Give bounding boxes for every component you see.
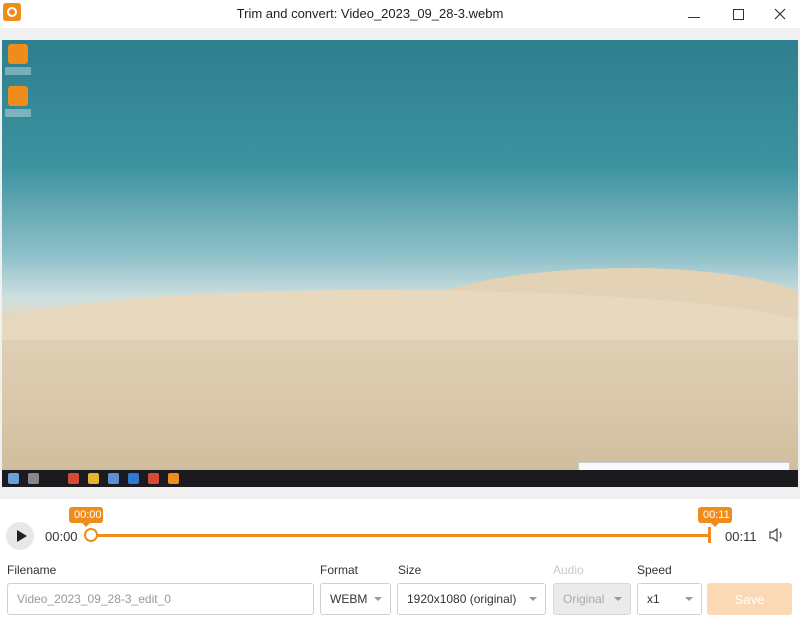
desktop-shortcut-label	[5, 67, 31, 75]
audio-value: Original	[563, 592, 605, 606]
desktop-shortcut-icon	[8, 44, 28, 64]
chevron-down-icon	[614, 597, 622, 601]
filename-label: Filename	[7, 563, 57, 577]
size-label: Size	[398, 563, 422, 577]
chevron-down-icon	[529, 597, 537, 601]
play-icon	[16, 530, 27, 542]
end-time: 00:11	[725, 529, 757, 544]
minimize-button[interactable]	[674, 0, 714, 28]
mail-icon	[128, 473, 139, 484]
desktop-shortcut-icon	[8, 86, 28, 106]
taskbar-in-video	[2, 470, 798, 487]
volume-icon[interactable]	[768, 527, 786, 543]
chrome-icon	[68, 473, 79, 484]
trim-timeline-track[interactable]	[91, 534, 710, 537]
sand-ground	[2, 340, 798, 470]
minimize-icon	[688, 16, 700, 18]
title-bar: Trim and convert: Video_2023_09_28-3.web…	[0, 0, 800, 28]
trim-start-badge: 00:00	[69, 507, 103, 527]
chevron-down-icon	[374, 597, 382, 601]
maximize-button[interactable]	[718, 0, 758, 28]
recorder-app-icon	[168, 473, 179, 484]
maximize-icon	[732, 8, 744, 20]
save-button[interactable]: Save	[707, 583, 792, 615]
chevron-down-icon	[685, 597, 693, 601]
filename-field[interactable]	[7, 583, 314, 615]
windows-start-icon	[8, 473, 19, 484]
audio-label: Audio	[553, 563, 584, 577]
close-icon	[774, 8, 786, 20]
desktop-shortcut-label	[5, 109, 31, 117]
speed-select[interactable]: x1	[637, 583, 702, 615]
format-select[interactable]: WEBM	[320, 583, 391, 615]
window-title: Trim and convert: Video_2023_09_28-3.web…	[236, 6, 504, 21]
video-preview-area	[0, 28, 800, 499]
size-value: 1920x1080 (original)	[407, 592, 517, 606]
speed-value: x1	[647, 592, 660, 606]
close-button[interactable]	[760, 0, 800, 28]
filename-input[interactable]	[17, 592, 313, 606]
audio-select: Original	[553, 583, 631, 615]
video-frame[interactable]	[2, 40, 798, 487]
trim-end-handle[interactable]	[708, 527, 711, 543]
format-label: Format	[320, 563, 359, 577]
speed-label: Speed	[637, 563, 672, 577]
format-value: WEBM	[330, 592, 368, 606]
search-icon	[28, 473, 39, 484]
current-time: 00:00	[45, 529, 78, 544]
size-select[interactable]: 1920x1080 (original)	[397, 583, 546, 615]
folder-icon	[88, 473, 99, 484]
play-button[interactable]	[6, 522, 34, 550]
app-icon	[108, 473, 119, 484]
chrome-icon	[148, 473, 159, 484]
trim-end-badge: 00:11	[698, 507, 732, 527]
trim-start-handle[interactable]	[84, 528, 98, 542]
